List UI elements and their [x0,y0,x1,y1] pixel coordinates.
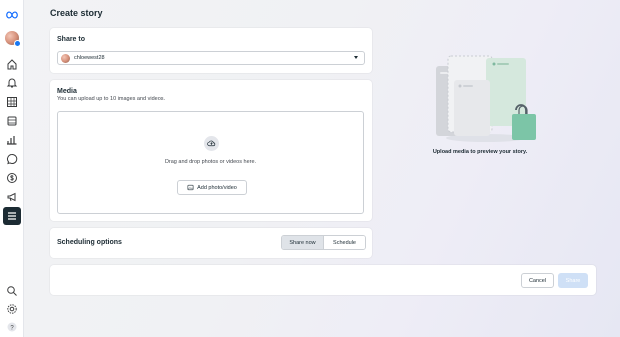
account-avatar [61,53,70,63]
account-badge-icon [14,40,21,47]
scheduling-heading: Scheduling options [57,239,122,246]
gear-icon[interactable] [3,300,21,318]
meta-logo-icon[interactable] [3,6,21,24]
chevron-down-icon [354,56,358,59]
account-name: chloewest28 [74,55,105,61]
cancel-button[interactable]: Cancel [521,273,554,288]
schedule-option[interactable]: Schedule [323,236,365,249]
stack-icon[interactable] [3,112,21,130]
help-icon[interactable]: ? [3,318,21,336]
add-photo-video-label: Add photo/video [197,184,237,191]
chat-icon[interactable] [3,150,21,168]
media-card: Media You can upload up to 10 images and… [50,80,372,221]
home-icon[interactable] [3,55,21,73]
share-to-heading: Share to [57,36,86,43]
story-preview-illustration [436,55,536,142]
megaphone-icon[interactable] [3,188,21,206]
menu-icon[interactable] [3,207,21,225]
left-nav-rail: ? [0,0,24,337]
chart-icon[interactable] [3,131,21,149]
footer-action-bar: Cancel Share [50,265,596,295]
share-button[interactable]: Share [558,273,588,288]
media-subtext: You can upload up to 10 images and video… [57,96,166,102]
account-select[interactable]: chloewest28 [57,51,365,65]
share-now-option[interactable]: Share now [282,236,323,249]
photo-icon [187,184,194,191]
media-dropzone[interactable]: Drag and drop photos or videos here. Add… [57,111,364,214]
search-icon[interactable] [3,282,21,300]
scheduling-card: Scheduling options Share now Schedule [50,228,372,258]
dollar-icon[interactable] [3,169,21,187]
preview-hint-text: Upload media to preview your story. [432,149,528,155]
drag-drop-text: Drag and drop photos or videos here. [164,159,257,165]
grid-icon[interactable] [3,93,21,111]
profile-avatar[interactable] [5,31,21,47]
scheduling-toggle: Share now Schedule [281,235,366,250]
upload-icon [204,136,219,151]
bell-icon[interactable] [3,74,21,92]
share-to-card: Share to chloewest28 [50,28,372,73]
page-title: Create story [50,8,103,18]
add-photo-video-button[interactable]: Add photo/video [177,180,247,195]
media-heading: Media [57,88,77,95]
